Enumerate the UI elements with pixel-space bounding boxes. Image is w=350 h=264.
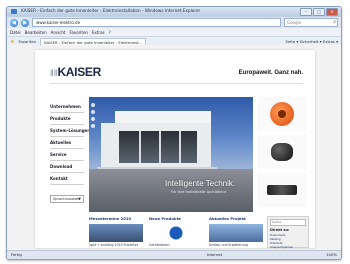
quick-links-box: Suche Direkt zu: Downloads Katalog Preis…: [267, 216, 309, 249]
minimize-button[interactable]: –: [300, 8, 312, 16]
kaiser-logo[interactable]: ‖‖KAISER: [50, 65, 101, 79]
zoom-level[interactable]: 100%: [326, 251, 337, 259]
main-navigation: Unternehmen Produkte System-Lösungen Akt…: [50, 101, 90, 203]
news-card-image: [89, 224, 143, 242]
header-divider: [50, 83, 303, 84]
menu-item-tools[interactable]: Extras: [92, 30, 105, 35]
logo-text: KAISER: [57, 65, 101, 79]
tab-label: KAISER - Einfach der gute Innenleiter - …: [44, 39, 143, 45]
menu-item-favorites[interactable]: Favoriten: [69, 30, 88, 35]
search-input[interactable]: Google ⌕: [284, 18, 338, 27]
forward-button[interactable]: ▶: [21, 18, 29, 27]
hero-subline: Für Ihre individuelle Architektur: [171, 190, 227, 194]
orange-socket-icon: [270, 102, 294, 126]
hero-headline: Intelligente Technik.: [165, 179, 236, 188]
news-card-heading: Messetermine 2010: [89, 216, 132, 221]
quick-links-title: Direkt zu:: [270, 228, 290, 232]
nav-item-kontakt[interactable]: Kontakt: [50, 173, 84, 185]
web-content: ‖‖KAISER Europaweit. Ganz nah. Unternehm…: [7, 45, 341, 251]
menu-item-view[interactable]: Ansicht: [51, 30, 66, 35]
search-icon[interactable]: ⌕: [333, 19, 336, 26]
nav-item-download[interactable]: Download: [50, 161, 84, 173]
back-button[interactable]: ◀: [10, 18, 18, 27]
news-card[interactable]: Neue Produkte Gerätedosen: [149, 216, 203, 247]
news-card-heading: Aktuelles Projekt: [209, 216, 246, 221]
product-teasers: [257, 97, 307, 211]
slider-dot[interactable]: [91, 103, 95, 107]
command-bar[interactable]: Seite ▾ Sicherheit ▾ Extras ▾: [286, 39, 338, 44]
favorites-star-icon[interactable]: ★: [10, 39, 14, 45]
chevron-down-icon: ▼: [78, 197, 81, 201]
product-teaser-plug[interactable]: [257, 173, 307, 207]
language-select[interactable]: Sprachauswahl ▼: [50, 195, 84, 203]
house-glass-front: [119, 131, 197, 163]
address-toolbar: ◀ ▶ www.kaiser-elektro.de Google ⌕: [7, 16, 341, 28]
address-bar[interactable]: www.kaiser-elektro.de: [32, 18, 281, 27]
cable-plug-icon: [267, 185, 297, 195]
slider-dot[interactable]: [91, 124, 95, 128]
menu-bar: Datei Bearbeiten Ansicht Favoriten Extra…: [7, 28, 341, 36]
slider-dots: [91, 103, 95, 128]
maximize-button[interactable]: □: [313, 8, 325, 16]
site-search-input[interactable]: Suche: [270, 219, 306, 226]
search-placeholder: Google: [287, 20, 302, 25]
slider-dot[interactable]: [91, 110, 95, 114]
status-bar: Fertig Internet 100%: [7, 250, 341, 259]
favorites-label[interactable]: Favoriten: [18, 39, 36, 44]
kaiser-homepage: ‖‖KAISER Europaweit. Ganz nah. Unternehm…: [35, 50, 315, 249]
news-card-image: [209, 224, 263, 242]
menu-item-file[interactable]: Datei: [10, 30, 21, 35]
news-card-caption[interactable]: light + building 2010 Frankfurt: [89, 243, 143, 247]
window-titlebar: KAISER - Einfach der gute Innenleiter - …: [7, 7, 341, 16]
close-button[interactable]: ×: [326, 8, 338, 16]
black-socket-icon: [271, 143, 293, 161]
nav-item-service[interactable]: Service: [50, 149, 84, 161]
news-cards: Messetermine 2010 light + building 2010 …: [89, 216, 263, 247]
site-tagline: Europaweit. Ganz nah.: [238, 70, 303, 76]
screenshot-stage: KAISER - Einfach der gute Innenleiter - …: [0, 0, 350, 264]
nav-item-produkte[interactable]: Produkte: [50, 113, 84, 125]
nav-item-system-loesungen[interactable]: System-Lösungen: [50, 125, 90, 137]
browser-app-icon: [11, 9, 17, 14]
window-mullion: [159, 131, 161, 163]
security-zone: Internet: [207, 252, 223, 257]
site-search-placeholder: Suche: [272, 220, 282, 224]
nav-item-unternehmen[interactable]: Unternehmen: [50, 101, 84, 113]
address-url: www.kaiser-elektro.de: [36, 20, 81, 25]
quick-link[interactable]: Ansprechpartner: [270, 245, 306, 249]
slider-dot[interactable]: [91, 117, 95, 121]
window-mullion: [139, 131, 141, 163]
news-card-heading: Neue Produkte: [149, 216, 181, 221]
menu-item-help[interactable]: ?: [109, 30, 111, 35]
hero-banner[interactable]: Intelligente Technik. Für Ihre individue…: [89, 97, 253, 212]
news-card[interactable]: Aktuelles Projekt Umbau und Erweiterung: [209, 216, 263, 247]
nav-item-aktuelles[interactable]: Aktuelles: [50, 137, 84, 149]
language-select-label: Sprachauswahl: [53, 197, 81, 201]
news-card[interactable]: Messetermine 2010 light + building 2010 …: [89, 216, 143, 247]
menu-item-edit[interactable]: Bearbeiten: [25, 30, 47, 35]
window-controls: – □ ×: [300, 8, 338, 16]
status-text: Fertig: [11, 252, 22, 257]
window-title: KAISER - Einfach der gute Innenleiter - …: [21, 8, 201, 13]
news-card-caption[interactable]: Umbau und Erweiterung: [209, 243, 263, 247]
news-card-caption[interactable]: Gerätedosen: [149, 243, 203, 247]
news-card-image: [149, 224, 203, 242]
browser-window: KAISER - Einfach der gute Innenleiter - …: [6, 6, 342, 260]
product-teaser-orange-box[interactable]: [257, 97, 307, 131]
window-mullion: [179, 131, 181, 163]
product-teaser-black-box[interactable]: [257, 135, 307, 169]
